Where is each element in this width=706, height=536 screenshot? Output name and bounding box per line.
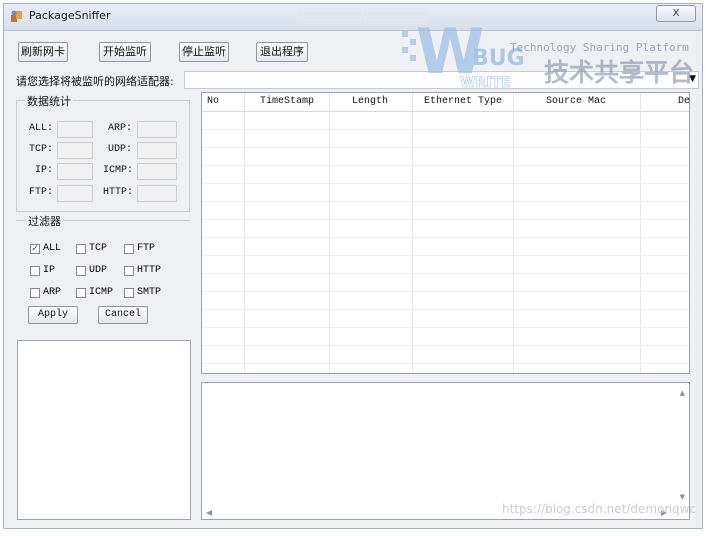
checkbox-icon[interactable] (30, 265, 40, 276)
packet-raw-panel[interactable]: ▲ ▼ ◀ ▶ (201, 382, 690, 520)
column-header-length[interactable]: Length (352, 96, 388, 107)
filter-group-title: 过滤器 (26, 213, 63, 229)
table-row-divider (202, 201, 689, 202)
stat-label-udp: UDP: (108, 144, 133, 155)
stat-label-ftp: FTP: (29, 187, 54, 198)
filter-checkbox-udp[interactable]: UDP (76, 265, 107, 276)
filter-checkbox-smtp[interactable]: SMTP (124, 287, 161, 298)
checkbox-icon[interactable] (76, 287, 86, 298)
table-row-divider (202, 165, 689, 166)
filter-option-label: ALL (43, 243, 62, 254)
packet-detail-tree[interactable] (17, 340, 191, 520)
scroll-left-icon[interactable]: ◀ (206, 508, 212, 517)
ghost-tab (299, 8, 361, 24)
start-listen-button[interactable]: 开始监听 (99, 42, 151, 62)
table-header: No TimeStamp Length Ethernet Type Source… (202, 93, 690, 112)
table-row-divider (202, 147, 689, 148)
column-divider (244, 93, 245, 373)
column-header-destination[interactable]: De (678, 96, 690, 107)
table-row-divider (202, 183, 689, 184)
watermark-url: https://blog.csdn.net/demonqwc (501, 502, 696, 516)
column-divider (513, 93, 514, 373)
checkbox-icon[interactable] (124, 243, 134, 254)
stat-label-all: ALL: (29, 123, 54, 134)
filter-option-label: SMTP (137, 287, 162, 298)
filter-option-label: UDP (89, 265, 108, 276)
filter-checkbox-ip[interactable]: IP (30, 265, 55, 276)
watermark-write: WRITE (460, 75, 511, 91)
table-row-divider (202, 273, 689, 274)
table-row-divider (202, 345, 689, 346)
filter-option-label: HTTP (137, 265, 162, 276)
stat-field-udp (137, 142, 177, 159)
column-header-timestamp[interactable]: TimeStamp (260, 96, 314, 107)
refresh-adapter-button[interactable]: 刷新网卡 (18, 42, 68, 62)
table-row-divider (202, 327, 689, 328)
stop-listen-button[interactable]: 停止监听 (179, 42, 229, 62)
column-divider (329, 93, 330, 373)
filter-option-label: ICMP (89, 287, 114, 298)
window-title: PackageSniffer (29, 9, 111, 22)
stat-label-http: HTTP: (103, 187, 134, 198)
column-header-ethernet-type[interactable]: Ethernet Type (424, 96, 502, 107)
checkbox-checked-icon[interactable]: ✓ (30, 243, 40, 254)
main-window: PackageSniffer X 刷新网卡 开始监听 停止监听 退出程序 请您选… (3, 3, 703, 529)
filter-checkbox-http[interactable]: HTTP (124, 265, 161, 276)
stat-label-arp: ARP: (108, 123, 133, 134)
table-row-divider (202, 291, 689, 292)
filter-checkbox-icmp[interactable]: ICMP (76, 287, 113, 298)
adapter-label: 请您选择将被监听的网络适配器: (16, 75, 174, 88)
scroll-up-icon[interactable]: ▲ (680, 389, 685, 397)
column-divider (640, 93, 641, 373)
checkbox-icon[interactable] (124, 287, 134, 298)
table-row-divider (202, 363, 689, 364)
column-header-no[interactable]: No (207, 96, 219, 107)
checkbox-icon[interactable] (76, 265, 86, 276)
checkbox-icon[interactable] (30, 287, 40, 298)
filter-option-label: ARP (43, 287, 62, 298)
table-row-divider (202, 255, 689, 256)
filter-checkbox-all[interactable]: ✓ ALL (30, 243, 61, 254)
table-row-divider (202, 129, 689, 130)
filter-checkbox-tcp[interactable]: TCP (76, 243, 107, 254)
stat-label-icmp: ICMP: (103, 165, 134, 176)
checkbox-icon[interactable] (76, 243, 86, 254)
watermark-tagline-en: Technology Sharing Platform (510, 41, 689, 54)
stat-field-ftp (57, 185, 93, 202)
cancel-button[interactable]: Cancel (98, 306, 148, 324)
stat-field-icmp (137, 163, 177, 180)
filter-option-label: FTP (137, 243, 156, 254)
exit-button[interactable]: 退出程序 (256, 42, 308, 62)
column-header-source-mac[interactable]: Source Mac (546, 96, 606, 107)
apply-button[interactable]: Apply (28, 306, 78, 324)
stat-field-tcp (57, 142, 93, 159)
app-icon (11, 10, 22, 22)
filter-option-label: IP (43, 265, 56, 276)
stat-label-ip: IP: (35, 165, 54, 176)
table-row-divider (202, 219, 689, 220)
watermark-tagline-cn: 技术共享平台 (544, 58, 694, 87)
stat-field-ip (57, 163, 93, 180)
stat-field-arp (137, 121, 177, 138)
stats-group: 数据统计 ALL: ARP: TCP: UDP: IP: ICMP: FTP: … (16, 93, 190, 212)
stats-group-title: 数据统计 (25, 93, 73, 109)
stat-label-tcp: TCP: (29, 144, 54, 155)
filter-checkbox-arp[interactable]: ARP (30, 287, 61, 298)
stat-field-all (57, 121, 93, 138)
filter-checkbox-ftp[interactable]: FTP (124, 243, 155, 254)
filter-option-label: TCP (89, 243, 108, 254)
scroll-down-icon[interactable]: ▼ (680, 493, 685, 501)
checkbox-icon[interactable] (124, 265, 134, 276)
stat-field-http (137, 185, 177, 202)
table-row-divider (202, 309, 689, 310)
column-divider (412, 93, 413, 373)
watermark-logo: W BUG WRITE Technology Sharing Platform … (402, 15, 694, 91)
packet-list-table[interactable]: No TimeStamp Length Ethernet Type Source… (201, 92, 690, 374)
table-row-divider (202, 237, 689, 238)
